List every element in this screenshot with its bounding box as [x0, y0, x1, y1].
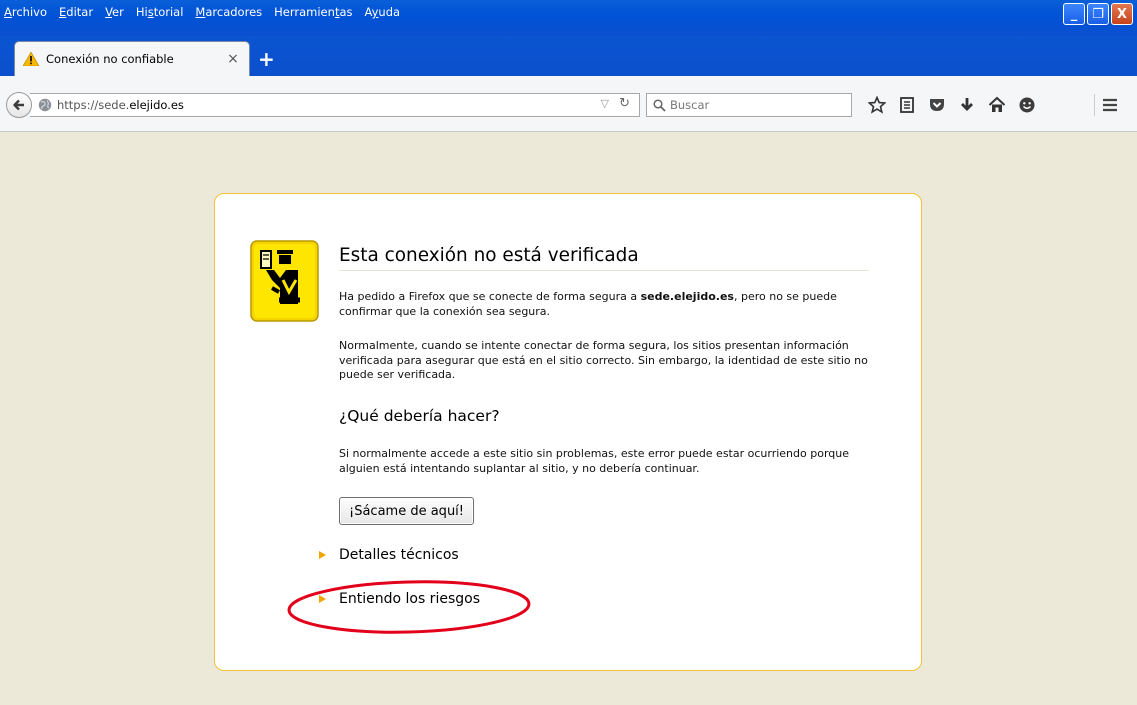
search-placeholder: Buscar [670, 98, 710, 112]
error-explanation: Normalmente, cuando se intente conectar … [339, 339, 868, 381]
error-description: Ha pedido a Firefox que se conecte de fo… [339, 290, 889, 319]
expand-arrow-icon [319, 595, 326, 603]
tab-untrusted-connection[interactable]: Conexión no confiable × [14, 41, 250, 76]
hamburger-menu-button[interactable] [1094, 94, 1124, 116]
menu-marcadores[interactable]: Marcadores [195, 5, 262, 19]
search-bar[interactable]: Buscar [646, 93, 852, 117]
back-button[interactable] [6, 92, 32, 118]
understand-risks-label: Entiendo los riesgos [339, 591, 480, 607]
menu-bar: Archivo Editar Ver Historial Marcadores … [4, 5, 400, 19]
tab-strip: Conexión no confiable × + [0, 36, 1137, 76]
menu-editar[interactable]: Editar [59, 5, 93, 19]
pocket-icon[interactable] [922, 94, 952, 116]
page-content: Esta conexión no está verificada Ha pedi… [0, 133, 1137, 705]
back-arrow-icon [13, 99, 24, 111]
url-prefix: https://sede. [57, 98, 130, 112]
hello-chat-icon[interactable] [1012, 94, 1042, 116]
window-controls: _ ❐ X [1063, 3, 1133, 25]
technical-details-label: Detalles técnicos [339, 547, 459, 563]
menu-historial[interactable]: Historial [136, 5, 184, 19]
home-icon[interactable] [982, 94, 1012, 116]
navigation-bar: https://sede.elejido.es ▽ ↻ Buscar [0, 76, 1137, 132]
globe-icon [38, 98, 52, 112]
tab-close-icon[interactable]: × [225, 51, 241, 67]
certificate-error-icon [250, 240, 319, 322]
error-host: sede.elejido.es [640, 290, 734, 303]
maximize-button[interactable]: ❐ [1087, 3, 1109, 25]
menu-archivo[interactable]: Archivo [4, 5, 47, 19]
minimize-button[interactable]: _ [1063, 3, 1085, 25]
bookmark-star-icon[interactable] [862, 94, 892, 116]
close-window-button[interactable]: X [1111, 3, 1133, 25]
url-text: https://sede.elejido.es [57, 98, 184, 112]
menu-ver[interactable]: Ver [105, 5, 124, 19]
new-tab-button[interactable]: + [258, 49, 275, 69]
menu-herramientas[interactable]: Herramientas [274, 5, 352, 19]
error-page-container: Esta conexión no está verificada Ha pedi… [214, 193, 922, 671]
hamburger-icon [1102, 98, 1117, 112]
menu-ayuda[interactable]: Ayuda [365, 5, 401, 19]
url-bar[interactable]: https://sede.elejido.es ▽ ↻ [30, 93, 640, 117]
technical-details-expander[interactable]: Detalles técnicos [319, 547, 459, 563]
what-should-i-do-heading: ¿Qué debería hacer? [339, 407, 500, 425]
bookmarks-list-icon[interactable] [892, 94, 922, 116]
tab-title: Conexión no confiable [46, 52, 174, 66]
expand-arrow-icon [319, 551, 326, 559]
download-icon[interactable] [952, 94, 982, 116]
error-title: Esta conexión no está verificada [339, 244, 869, 271]
search-icon [653, 98, 666, 112]
get-me-out-button[interactable]: ¡Sácame de aquí! [339, 497, 475, 525]
reload-icon[interactable]: ↻ [619, 96, 630, 111]
toolbar-icons [862, 94, 1042, 116]
url-domain: elejido.es [129, 98, 184, 112]
dropdown-arrow-icon[interactable]: ▽ [601, 97, 609, 110]
what-should-i-do-text: Si normalmente accede a este sitio sin p… [339, 447, 850, 475]
error-description-text: Ha pedido a Firefox que se conecte de fo… [339, 290, 641, 303]
title-bar: Archivo Editar Ver Historial Marcadores … [0, 0, 1137, 36]
warning-icon [23, 52, 39, 66]
understand-risks-expander[interactable]: Entiendo los riesgos [319, 591, 480, 607]
